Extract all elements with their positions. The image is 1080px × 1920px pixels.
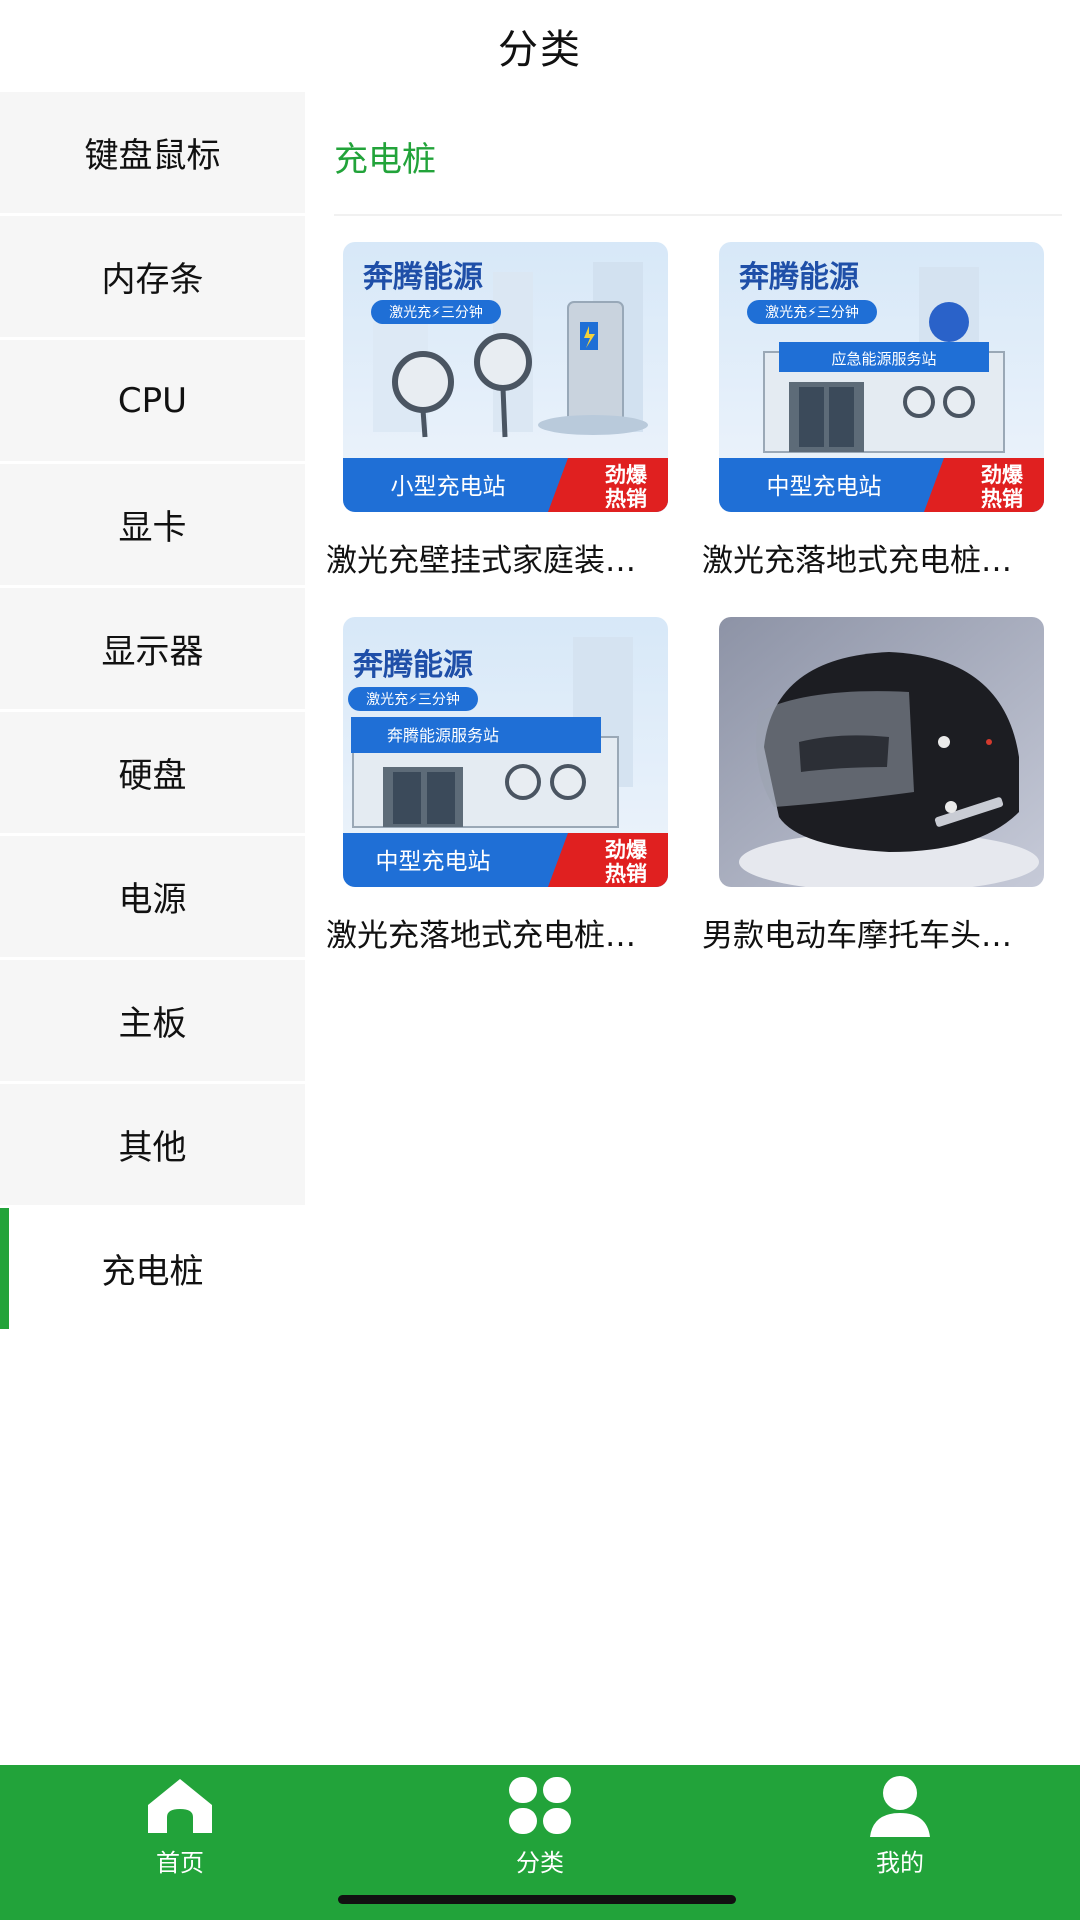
image-brand-text: 奔腾能源 (353, 648, 473, 683)
image-tagline: 激光充⚡三分钟 (765, 304, 859, 321)
product-card-2[interactable]: 应急能源服务站 奔腾能源 激光充⚡三分钟 中型充电站 劲爆 热销 激光充落地式充… (702, 242, 1057, 582)
image-caption: 中型充电站 (376, 849, 491, 875)
image-sign-text: 奔腾能源服务站 (387, 726, 499, 745)
product-card-3[interactable]: 奔腾能源服务站 奔腾能源 激光充⚡三分钟 中型充电站 劲爆 热销 激光充落地式充 (326, 617, 681, 957)
app-screen: 分类 键盘鼠标 内存条 CPU 显卡 显示器 硬盘 电源 主板 其他 充电桩 充… (0, 0, 1080, 1920)
sidebar-item-hard-disk[interactable]: 硬盘 (0, 712, 305, 833)
image-caption: 中型充电站 (767, 474, 882, 500)
grid-icon (509, 1777, 571, 1834)
page-title: 分类 (498, 27, 582, 73)
image-badge-line1: 劲爆 (605, 838, 648, 862)
sidebar-item-power-supply[interactable]: 电源 (0, 836, 305, 957)
image-tagline: 激光充⚡三分钟 (389, 304, 483, 321)
sidebar-item-motherboard[interactable]: 主板 (0, 960, 305, 1081)
tab-mine[interactable]: 我的 (820, 1775, 980, 1885)
user-icon (870, 1776, 930, 1837)
image-badge-line2: 热销 (605, 862, 647, 886)
tab-home-label: 首页 (156, 1849, 204, 1877)
tab-home[interactable]: 首页 (100, 1775, 260, 1885)
sidebar-item-monitor[interactable]: 显示器 (0, 588, 305, 709)
tab-category[interactable]: 分类 (460, 1775, 620, 1885)
image-badge-line1: 劲爆 (605, 463, 648, 487)
product-card-1[interactable]: 奔腾能源 激光充⚡三分钟 小型充电站 劲爆 热销 激光充壁挂式家庭装… (326, 242, 681, 582)
image-tagline: 激光充⚡三分钟 (366, 691, 460, 708)
tab-category-label: 分类 (516, 1849, 564, 1877)
image-sign-text: 应急能源服务站 (831, 350, 936, 368)
product-image: 奔腾能源服务站 奔腾能源 激光充⚡三分钟 中型充电站 劲爆 热销 (343, 617, 668, 887)
page-header: 分类 (0, 0, 1080, 92)
section-title: 充电桩 (334, 140, 436, 180)
sidebar-item-memory[interactable]: 内存条 (0, 216, 305, 337)
image-brand-text: 奔腾能源 (739, 260, 859, 295)
image-badge-line2: 热销 (605, 487, 647, 511)
sidebar-item-other[interactable]: 其他 (0, 1084, 305, 1205)
product-card-4[interactable]: 男款电动车摩托车头… (702, 617, 1057, 957)
category-sidebar: 键盘鼠标 内存条 CPU 显卡 显示器 硬盘 电源 主板 其他 充电桩 (0, 92, 305, 1332)
tab-mine-label: 我的 (876, 1849, 924, 1877)
product-image (719, 617, 1044, 887)
product-image: 奔腾能源 激光充⚡三分钟 小型充电站 劲爆 热销 (343, 242, 668, 512)
section-divider (334, 214, 1062, 216)
product-name: 激光充落地式充电桩… (326, 918, 636, 954)
home-icon (148, 1779, 212, 1833)
image-badge-line1: 劲爆 (981, 463, 1024, 487)
product-name: 激光充落地式充电桩… (702, 543, 1012, 579)
image-brand-text: 奔腾能源 (363, 260, 483, 295)
product-image: 应急能源服务站 奔腾能源 激光充⚡三分钟 中型充电站 劲爆 热销 (719, 242, 1044, 512)
image-badge-line2: 热销 (981, 487, 1023, 511)
sidebar-item-keyboard-mouse[interactable]: 键盘鼠标 (0, 92, 305, 213)
home-indicator (338, 1895, 736, 1904)
sidebar-item-cpu[interactable]: CPU (0, 340, 305, 461)
image-caption: 小型充电站 (391, 474, 506, 500)
product-name: 激光充壁挂式家庭装… (326, 543, 636, 579)
sidebar-item-graphics-card[interactable]: 显卡 (0, 464, 305, 585)
sidebar-item-charging-pile[interactable]: 充电桩 (0, 1208, 305, 1329)
product-name: 男款电动车摩托车头… (702, 918, 1012, 954)
